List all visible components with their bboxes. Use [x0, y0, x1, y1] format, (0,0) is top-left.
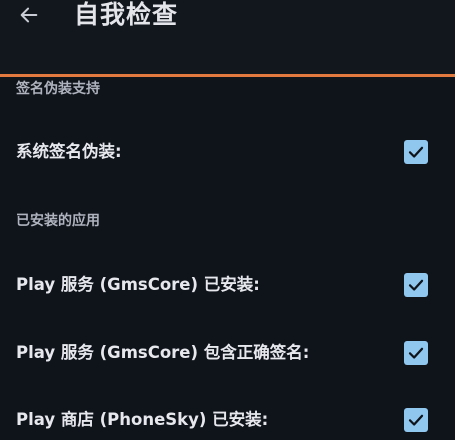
phonesky-installed-checkbox[interactable]	[404, 408, 428, 432]
page-title: 自我检查	[74, 0, 179, 29]
gmscore-signature-label: Play 服务 (GmsCore) 包含正确签名:	[16, 343, 310, 362]
app-bar: 自我检查	[0, 0, 455, 74]
system-signature-spoofing-label: 系统签名伪装:	[16, 142, 122, 161]
back-button[interactable]	[16, 2, 42, 28]
gmscore-installed-label: Play 服务 (GmsCore) 已安装:	[16, 275, 260, 294]
arrow-left-icon	[20, 7, 38, 23]
phonesky-installed-label: Play 商店 (PhoneSky) 已安装:	[16, 410, 269, 429]
checkmark-icon	[408, 279, 424, 291]
checkmark-icon	[408, 347, 424, 359]
section-header-installed-apps: 已安装的应用	[16, 213, 100, 229]
accent-divider	[0, 74, 455, 77]
section-header-signature-spoofing: 签名伪装支持	[16, 81, 100, 97]
gmscore-signature-checkbox[interactable]	[404, 341, 428, 365]
system-signature-spoofing-checkbox[interactable]	[404, 140, 428, 164]
gmscore-installed-checkbox[interactable]	[404, 273, 428, 297]
checkmark-icon	[408, 414, 424, 426]
checkmark-icon	[408, 146, 424, 158]
